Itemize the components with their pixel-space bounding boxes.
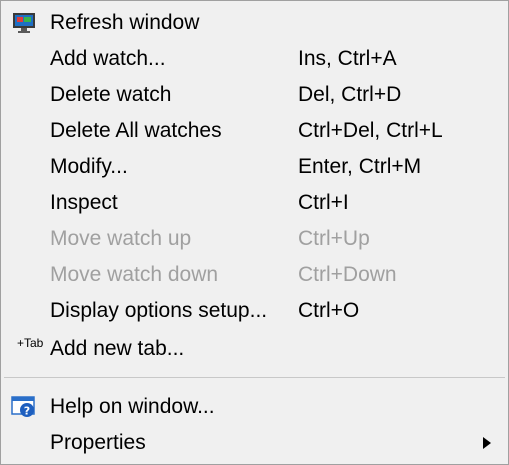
menu-item-move-watch-up: Move watch up Ctrl+Up — [2, 221, 507, 257]
menu-item-label: Display options setup... — [50, 299, 268, 322]
menu-item-shortcut: Ctrl+O — [298, 299, 360, 322]
menu-item-label: Inspect — [50, 191, 118, 214]
menu-item-shortcut: Ctrl+I — [298, 191, 349, 214]
menu-item-inspect[interactable]: Inspect Ctrl+I — [2, 185, 507, 221]
menu-item-add-watch[interactable]: Add watch... Ins, Ctrl+A — [2, 41, 507, 77]
add-tab-icon: +Tab — [17, 336, 44, 350]
menu-item-help-on-window[interactable]: ? Help on window... — [2, 389, 507, 425]
menu-item-label: Refresh window — [50, 11, 200, 34]
menu-item-delete-all-watches[interactable]: Delete All watches Ctrl+Del, Ctrl+L — [2, 113, 507, 149]
menu-item-shortcut: Ctrl+Del, Ctrl+L — [298, 119, 443, 142]
menu-item-add-new-tab[interactable]: +Tab Add new tab... — [2, 331, 507, 367]
menu-item-delete-watch[interactable]: Delete watch Del, Ctrl+D — [2, 77, 507, 113]
menu-item-label: Add new tab... — [50, 337, 185, 360]
menu-item-modify[interactable]: Modify... Enter, Ctrl+M — [2, 149, 507, 185]
menu-item-refresh-window[interactable]: Refresh window — [2, 5, 507, 41]
menu-item-display-options-setup[interactable]: Display options setup... Ctrl+O — [2, 293, 507, 329]
menu-item-shortcut: Ctrl+Down — [298, 263, 397, 286]
menu-item-shortcut: Ins, Ctrl+A — [298, 47, 397, 70]
menu-item-label: Move watch up — [50, 227, 192, 250]
menu-item-properties[interactable]: Properties — [2, 425, 507, 461]
menu-item-label: Delete watch — [50, 83, 172, 106]
menu-item-label: Move watch down — [50, 263, 219, 286]
svg-text:?: ? — [24, 405, 30, 418]
menu-item-label: Add watch... — [50, 47, 166, 70]
menu-separator — [4, 377, 505, 378]
context-menu: Refresh window Add watch... Ins, Ctrl+A … — [0, 0, 509, 465]
monitor-refresh-icon — [11, 11, 37, 35]
menu-item-label: Delete All watches — [50, 119, 222, 142]
help-window-icon: ? — [11, 395, 37, 419]
menu-item-shortcut: Del, Ctrl+D — [298, 83, 402, 106]
submenu-arrow-icon — [483, 437, 491, 449]
menu-item-shortcut: Ctrl+Up — [298, 227, 370, 250]
menu-item-label: Properties — [50, 431, 146, 454]
menu-item-label: Modify... — [50, 155, 128, 178]
menu-item-label: Help on window... — [50, 395, 215, 418]
menu-item-shortcut: Enter, Ctrl+M — [298, 155, 422, 178]
menu-item-move-watch-down: Move watch down Ctrl+Down — [2, 257, 507, 293]
